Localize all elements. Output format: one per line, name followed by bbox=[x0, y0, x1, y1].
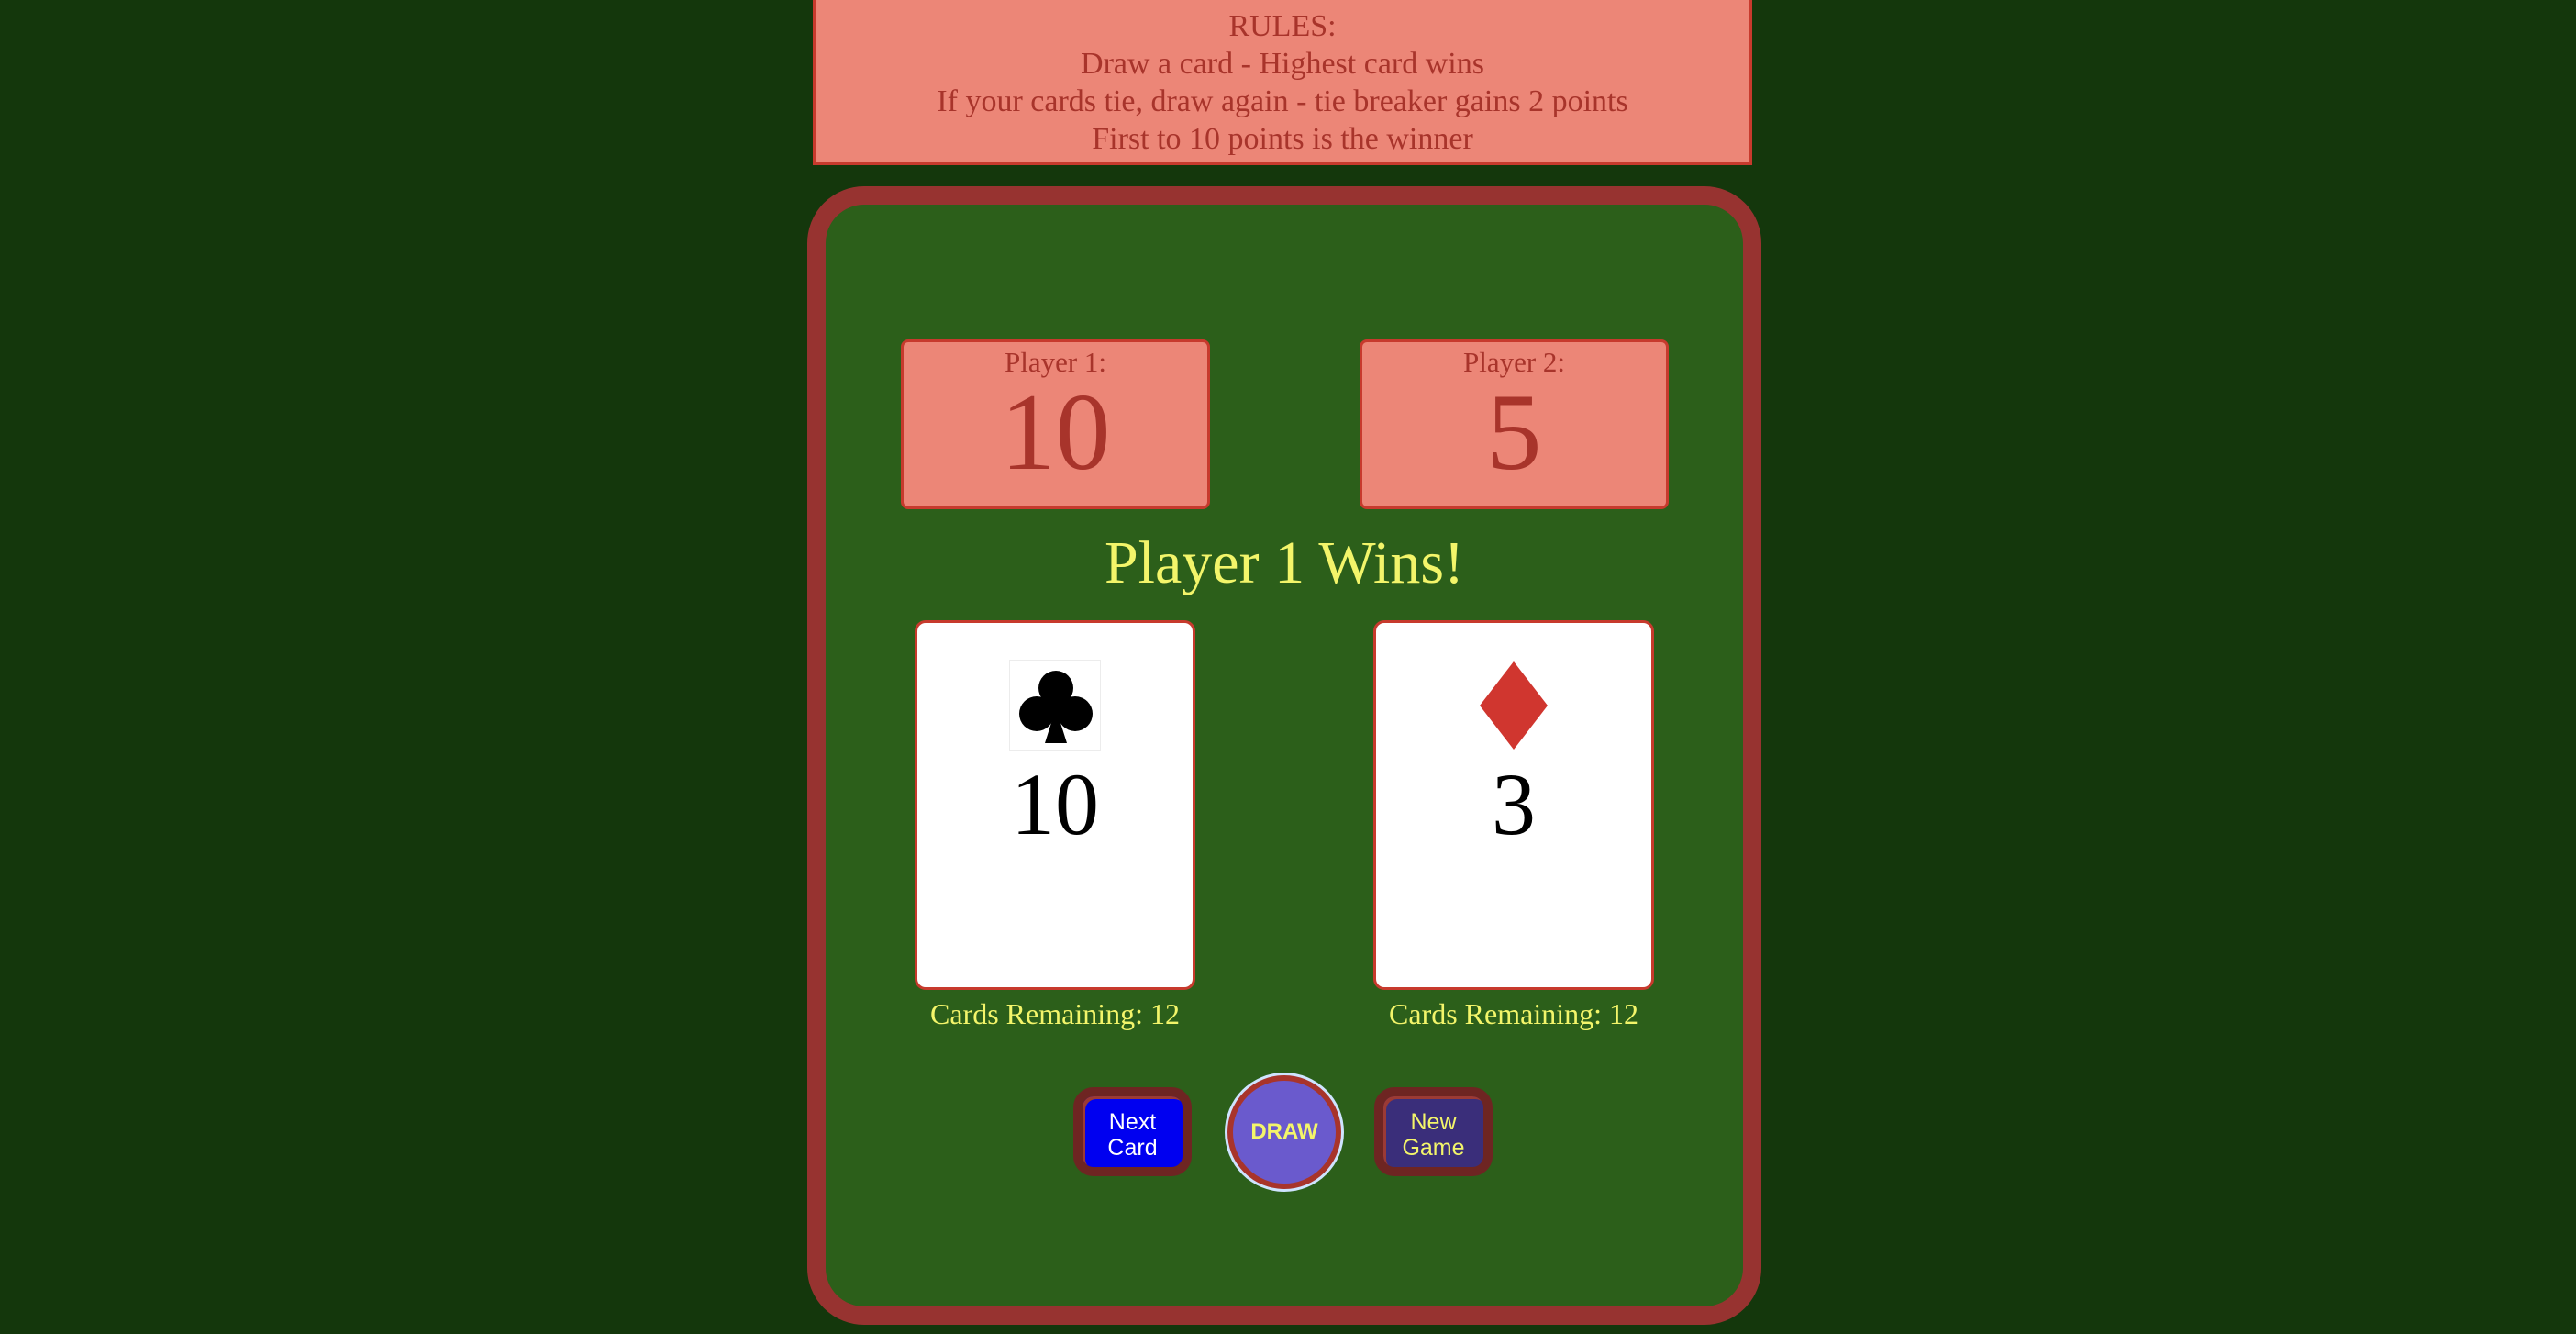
rules-line-3: First to 10 points is the winner bbox=[1092, 122, 1473, 156]
rules-panel: RULES: Draw a card - Highest card wins I… bbox=[813, 0, 1752, 165]
player-1-score: 10 bbox=[1000, 371, 1111, 493]
rules-line-1: Draw a card - Highest card wins bbox=[1081, 47, 1484, 81]
player-2-card: 3 bbox=[1373, 620, 1654, 990]
winner-message: Player 1 Wins! bbox=[1104, 529, 1465, 596]
player-1-cards-remaining: Cards Remaining: 12 bbox=[930, 997, 1180, 1030]
player-2-score-box: Player 2: 5 bbox=[1360, 339, 1669, 509]
next-card-button[interactable]: Next Card bbox=[1073, 1087, 1192, 1176]
player-2-card-rank: 3 bbox=[1492, 755, 1536, 853]
player-2-score: 5 bbox=[1486, 371, 1542, 493]
rules-line-2: If your cards tie, draw again - tie brea… bbox=[937, 84, 1628, 118]
next-card-label-line-1: Next bbox=[1108, 1109, 1157, 1135]
player-1-card: 10 bbox=[915, 620, 1195, 990]
new-game-button[interactable]: New Game bbox=[1374, 1087, 1493, 1176]
diamond-icon bbox=[1468, 660, 1560, 751]
draw-button[interactable]: DRAW bbox=[1227, 1075, 1341, 1189]
player-1-card-rank: 10 bbox=[1011, 755, 1099, 853]
rules-heading: RULES: bbox=[1228, 9, 1337, 43]
player-2-cards-remaining: Cards Remaining: 12 bbox=[1389, 997, 1638, 1030]
club-icon bbox=[1009, 660, 1101, 751]
next-card-label-line-2: Card bbox=[1107, 1135, 1158, 1161]
new-game-label-line-1: New bbox=[1410, 1109, 1457, 1135]
new-game-label-line-2: Game bbox=[1402, 1135, 1465, 1161]
player-1-score-box: Player 1: 10 bbox=[901, 339, 1210, 509]
